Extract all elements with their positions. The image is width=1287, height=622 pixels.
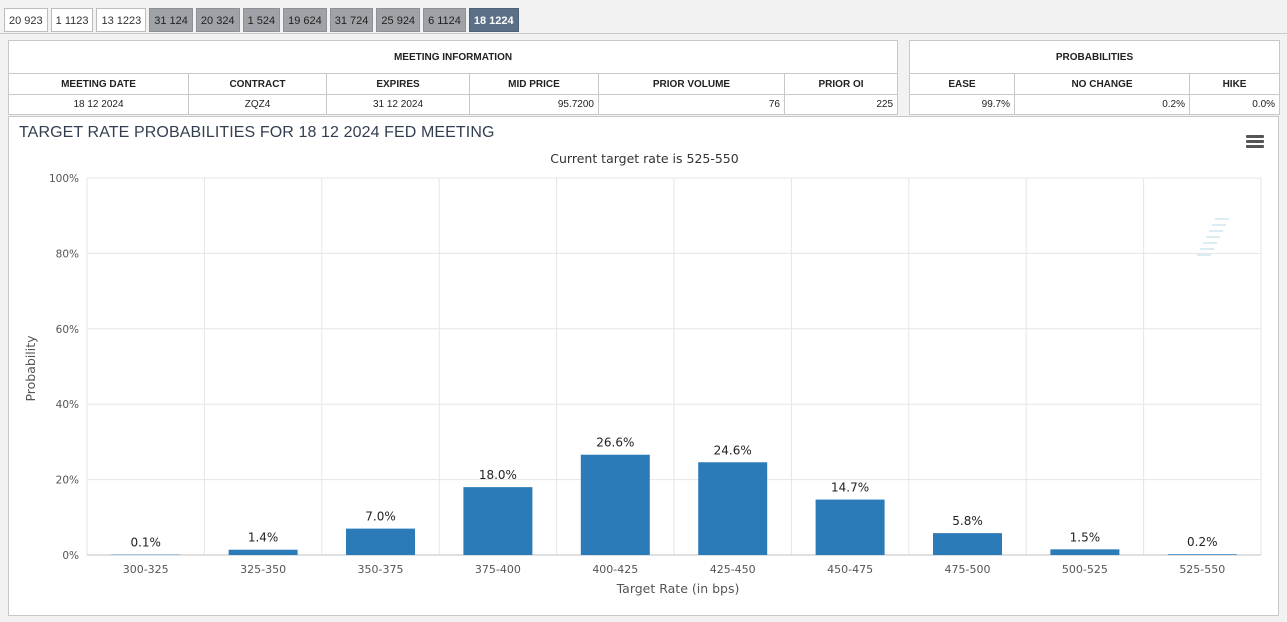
tab-meeting-6[interactable]: 19 624	[283, 8, 327, 32]
value-ease: 99.7%	[909, 94, 1015, 115]
x-tick-label: 350-375	[358, 563, 404, 576]
bar-425-450	[698, 462, 768, 555]
value-no-change: 0.2%	[1014, 94, 1190, 115]
data-label-350-375: 7.0%	[365, 510, 396, 524]
tab-meeting-9[interactable]: 6 1124	[423, 8, 466, 32]
data-label-450-475: 14.7%	[831, 481, 869, 495]
x-tick-label: 425-450	[710, 563, 756, 576]
header-ease: EASE	[909, 73, 1015, 95]
data-label-300-325: 0.1%	[130, 536, 161, 550]
header-expires: EXPIRES	[326, 73, 470, 95]
y-axis-title: Probability	[23, 335, 38, 402]
x-tick-label: 325-350	[240, 563, 286, 576]
x-tick-label: 450-475	[827, 563, 873, 576]
value-contract: ZQZ4	[188, 94, 327, 115]
chart-title: TARGET RATE PROBABILITIES FOR 18 12 2024…	[19, 124, 495, 141]
data-label-325-350: 1.4%	[248, 531, 279, 545]
header-contract: CONTRACT	[188, 73, 327, 95]
x-tick-label: 525-550	[1179, 563, 1225, 576]
y-tick-label: 100%	[49, 173, 79, 185]
header-meeting-date: MEETING DATE	[8, 73, 189, 95]
y-tick-label: 20%	[56, 475, 79, 487]
y-tick-label: 60%	[56, 324, 79, 336]
tab-meeting-1[interactable]: 1 1123	[50, 8, 94, 32]
bar-375-400	[463, 487, 533, 555]
tab-meeting-4[interactable]: 20 324	[195, 8, 240, 32]
value-meeting-date: 18 12 2024	[8, 94, 189, 115]
x-tick-label: 375-400	[475, 563, 521, 576]
meeting-information-table: MEETING INFORMATION MEETING DATE CONTRAC…	[7, 40, 899, 115]
bar-350-375	[346, 528, 415, 555]
value-mid-price: 95.7200	[469, 94, 599, 115]
value-prior-volume: 76	[598, 94, 785, 115]
hamburger-menu-icon[interactable]	[1246, 135, 1264, 149]
y-tick-label: 40%	[56, 399, 79, 411]
header-hike: HIKE	[1188, 73, 1281, 95]
tab-meeting-0[interactable]: 20 923	[4, 8, 48, 32]
bar-400-425	[580, 454, 650, 555]
tab-meeting-2[interactable]: 13 1223	[96, 8, 147, 32]
bar-325-350	[228, 549, 298, 555]
bar-chart: 0% 20% 40% 60% 80% 100% 0.1% 300-325 1.4% 325-350…	[23, 173, 1262, 596]
x-tick-label: 400-425	[592, 563, 638, 576]
value-expires: 31 12 2024	[326, 94, 470, 115]
x-axis-title: Target Rate (in bps)	[616, 581, 740, 596]
tab-meeting-7[interactable]: 31 724	[329, 8, 374, 32]
header-mid-price: MID PRICE	[469, 73, 599, 95]
tab-meeting-3[interactable]: 31 124	[149, 8, 193, 32]
chart-subtitle: Current target rate is 525-550	[550, 151, 739, 166]
tab-meeting-10[interactable]: 18 1224	[468, 8, 519, 32]
bar-500-525	[1050, 549, 1120, 555]
y-tick-label: 80%	[56, 248, 79, 260]
x-tick-label: 475-500	[945, 563, 991, 576]
tabs-divider	[0, 33, 1287, 34]
tab-meeting-5[interactable]: 1 524	[242, 8, 281, 32]
chart-panel: 0% 20% 40% 60% 80% 100% 0.1% 300-325 1.4% 325-350…	[8, 116, 1279, 616]
data-label-375-400: 18.0%	[479, 468, 517, 482]
y-tick-label: 0%	[62, 550, 79, 562]
value-prior-oi: 225	[783, 94, 899, 115]
data-label-500-525: 1.5%	[1070, 530, 1101, 544]
x-tick-label: 500-525	[1062, 563, 1108, 576]
bar-450-475	[815, 499, 885, 555]
data-label-475-500: 5.8%	[952, 514, 983, 528]
header-no-change: NO CHANGE	[1014, 73, 1190, 95]
meeting-date-tabs: 20 923 1 1123 13 1223 31 124 20 324 1 524 19 6…	[4, 8, 519, 34]
data-label-525-550: 0.2%	[1187, 535, 1218, 549]
tab-meeting-8[interactable]: 25 924	[376, 8, 421, 32]
value-hike: 0.0%	[1188, 94, 1281, 115]
probabilities-table: PROBABILITIES EASE NO CHANGE HIKE 99.7% …	[908, 40, 1281, 115]
data-label-425-450: 24.6%	[714, 443, 752, 457]
data-label-400-425: 26.6%	[596, 436, 634, 450]
meeting-information-title: MEETING INFORMATION	[7, 40, 899, 74]
header-prior-volume: PRIOR VOLUME	[598, 73, 785, 95]
bar-525-550	[1167, 554, 1237, 555]
x-tick-label: 300-325	[123, 563, 169, 576]
bar-475-500	[933, 533, 1002, 555]
header-prior-oi: PRIOR OI	[783, 73, 899, 95]
probabilities-title: PROBABILITIES	[908, 40, 1281, 74]
